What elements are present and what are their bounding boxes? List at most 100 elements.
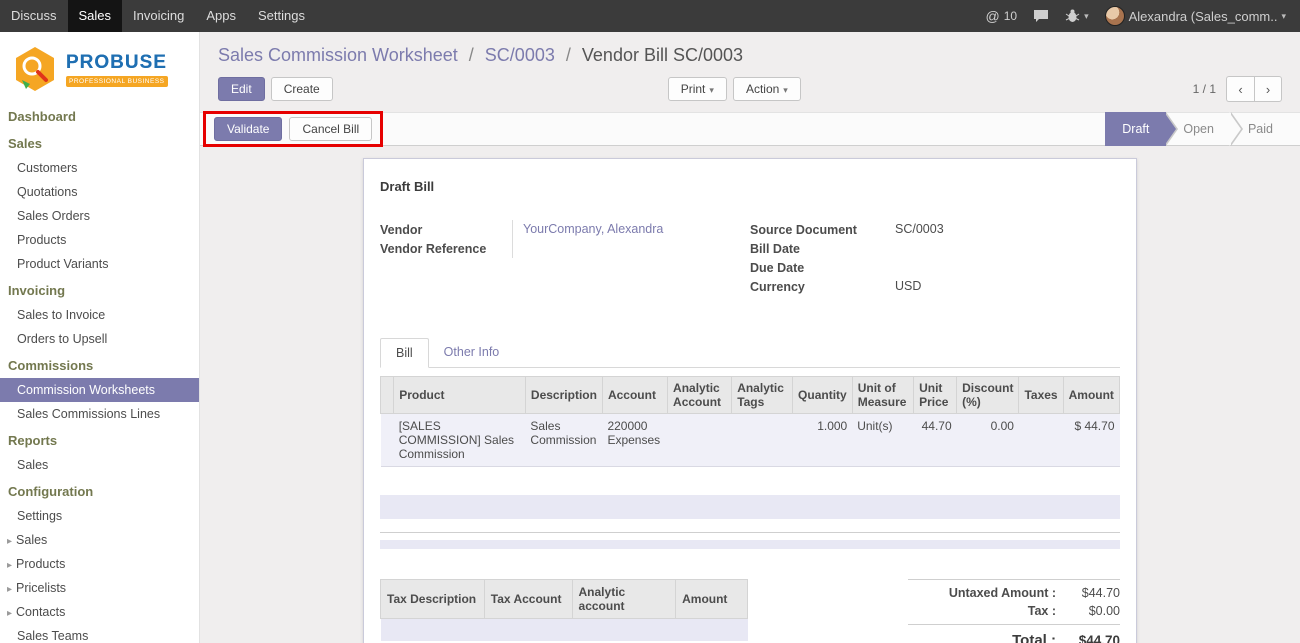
col-tax-description: Tax Description [381,580,485,619]
bill-date-value [895,239,1120,258]
cell-unit-price: 44.70 [914,414,957,467]
create-button[interactable]: Create [271,77,333,101]
bug-icon [1065,9,1080,23]
vendor-reference-label: Vendor Reference [380,242,512,256]
vendor-value-link[interactable]: YourCompany, Alexandra [512,220,750,239]
validate-button[interactable]: Validate [214,117,282,141]
sidebar-item-label: Pricelists [16,581,66,595]
annotation-highlight-box: Validate Cancel Bill [203,111,383,147]
sidebar-item-config-settings[interactable]: Settings [0,504,199,528]
col-account: Account [602,377,667,414]
breadcrumb-worksheet-link[interactable]: Sales Commission Worksheet [218,45,458,65]
status-step-draft[interactable]: Draft [1105,112,1166,146]
col-analytic-account: Analytic Account [668,377,732,414]
sidebar-item-customers[interactable]: Customers [0,156,199,180]
sidebar-item-products[interactable]: Products [0,228,199,252]
tab-bill[interactable]: Bill [380,338,429,368]
menu-invoicing[interactable]: Invoicing [122,0,195,32]
user-name: Alexandra (Sales_comm.. [1129,9,1278,24]
form-fields: Vendor YourCompany, Alexandra Vendor Ref… [380,220,1120,296]
col-unit-price: Unit Price [914,377,957,414]
sidebar-item-sales-commissions-lines[interactable]: Sales Commissions Lines [0,402,199,426]
pager-previous-button[interactable]: ‹ [1226,76,1254,102]
sidebar-item-product-variants[interactable]: Product Variants [0,252,199,276]
action-dropdown-button[interactable]: Action▾ [733,77,801,101]
currency-value: USD [895,277,1120,296]
sidebar-section-commissions[interactable]: Commissions [0,351,199,378]
sidebar-item-sales-teams[interactable]: Sales Teams [0,624,199,643]
col-description: Description [525,377,602,414]
sidebar-item-config-products[interactable]: ▸ Products [0,552,199,576]
bill-date-label: Bill Date [750,242,895,256]
menu-apps[interactable]: Apps [195,0,247,32]
grand-total-value: $44.70 [1056,633,1120,643]
debug-menu-button[interactable]: ▾ [1065,9,1089,23]
sidebar-item-config-pricelists[interactable]: ▸ Pricelists [0,576,199,600]
edit-button[interactable]: Edit [218,77,265,101]
sidebar-item-commission-worksheets[interactable]: Commission Worksheets [0,378,199,402]
menu-settings[interactable]: Settings [247,0,316,32]
pager-counter: 1 / 1 [1193,82,1216,96]
sidebar-section-dashboard[interactable]: Dashboard [0,102,199,129]
caret-down-icon: ▾ [1084,11,1089,22]
menu-sales[interactable]: Sales [68,0,123,32]
tax-lines-table: Tax Description Tax Account Analytic acc… [380,579,748,641]
sidebar-item-config-contacts[interactable]: ▸Contacts [0,600,199,624]
col-quantity: Quantity [793,377,853,414]
cell-product: [SALES COMMISSION] Sales Commission [394,414,526,467]
vendor-reference-value [512,239,750,258]
sidebar-item-config-sales[interactable]: ▸Sales [0,528,199,552]
sidebar-item-label: Products [16,557,65,571]
due-date-label: Due Date [750,261,895,275]
control-panel: Edit Create Print▾ Action▾ 1 / 1 ‹ › [200,68,1300,112]
expand-arrow-icon: ▸ [7,584,12,595]
cell-amount: $ 44.70 [1063,414,1119,467]
col-tax-account: Tax Account [484,580,572,619]
sidebar-item-sales-to-invoice[interactable]: Sales to Invoice [0,303,199,327]
sidebar-item-reports-sales[interactable]: Sales [0,453,199,477]
invoice-lines-table: Product Description Account Analytic Acc… [380,376,1120,467]
menu-discuss[interactable]: Discuss [0,0,68,32]
sidebar-item-label: Sales [16,533,47,547]
sidebar-item-sales-orders[interactable]: Sales Orders [0,204,199,228]
table-row[interactable]: [SALES COMMISSION] Sales Commission Sale… [381,414,1120,467]
cell-discount: 0.00 [957,414,1019,467]
sidebar: PROBUSE PROFESSIONAL BUSINESS Dashboard … [0,32,200,643]
due-date-value [895,258,1120,277]
grand-total-label: Total : [1012,632,1056,643]
sidebar-item-orders-to-upsell[interactable]: Orders to Upsell [0,327,199,351]
row-handle-column [381,377,394,414]
avatar [1105,6,1125,26]
status-steps: Draft Open Paid [1105,112,1290,146]
col-discount: Discount (%) [957,377,1019,414]
messages-button[interactable] [1033,9,1049,23]
sidebar-section-configuration[interactable]: Configuration [0,477,199,504]
breadcrumb-record-link[interactable]: SC/0003 [485,45,555,65]
tax-header-row: Tax Description Tax Account Analytic acc… [381,580,748,619]
sheet-title: Draft Bill [380,179,1120,194]
table-header-row: Product Description Account Analytic Acc… [381,377,1120,414]
notebook-tabs: Bill Other Info [380,338,1120,368]
breadcrumb-current: Vendor Bill SC/0003 [582,45,743,65]
sidebar-section-sales[interactable]: Sales [0,129,199,156]
caret-down-icon: ▾ [783,85,788,95]
cancel-bill-button[interactable]: Cancel Bill [289,117,372,141]
breadcrumb-separator: / [463,45,480,65]
empty-row-stripe [380,540,1120,549]
sidebar-section-reports[interactable]: Reports [0,426,199,453]
sidebar-section-invoicing[interactable]: Invoicing [0,276,199,303]
sidebar-item-quotations[interactable]: Quotations [0,180,199,204]
tax-total-value: $0.00 [1056,604,1120,618]
at-icon: @ [986,8,1000,24]
app-logo: PROBUSE PROFESSIONAL BUSINESS [0,32,199,102]
cell-uom: Unit(s) [852,414,913,467]
tab-other-info[interactable]: Other Info [429,338,515,367]
user-menu[interactable]: Alexandra (Sales_comm.. ▾ [1105,6,1286,26]
untaxed-amount-label: Untaxed Amount : [949,586,1056,600]
expand-arrow-icon: ▸ [7,560,12,571]
mentions-button[interactable]: @ 10 [986,8,1018,24]
cell-analytic-account [668,414,732,467]
pager-next-button[interactable]: › [1254,76,1282,102]
cell-analytic-tags [732,414,793,467]
print-dropdown-button[interactable]: Print▾ [668,77,727,101]
